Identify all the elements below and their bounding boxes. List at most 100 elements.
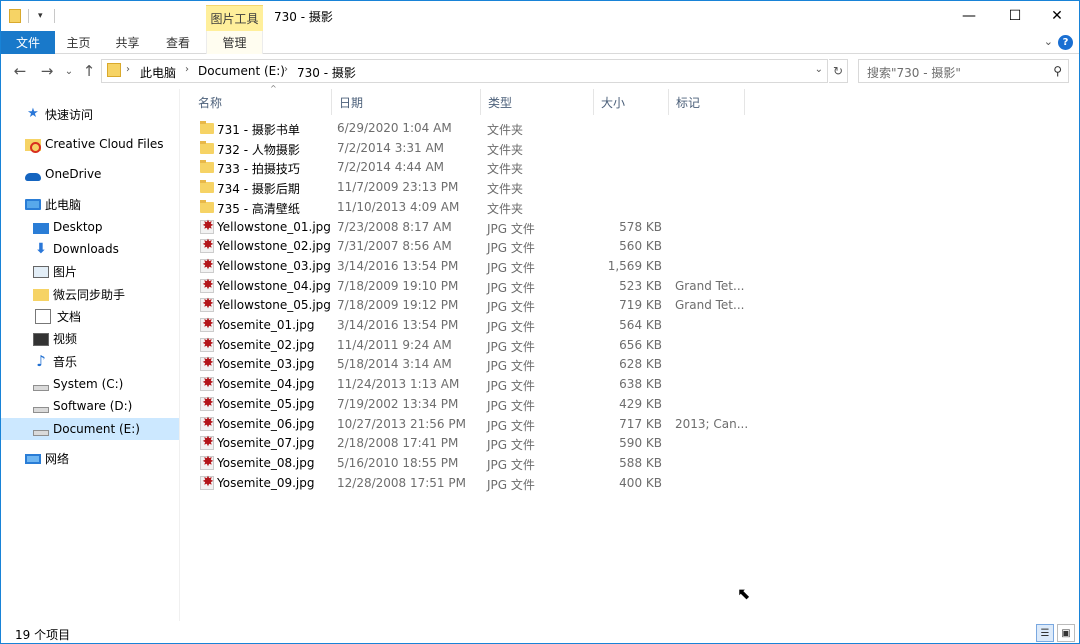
- file-row[interactable]: Yosemite_02.jpg 11/4/2011 9:24 AM JPG 文件 65…: [197, 336, 745, 355]
- toolbar-divider: [28, 9, 29, 23]
- file-date: 7/31/2007 8:56 AM: [337, 239, 452, 254]
- maximize-button[interactable]: ☐: [992, 1, 1038, 31]
- column-header-type[interactable]: 类型: [481, 89, 594, 115]
- breadcrumb-this-pc[interactable]: 此电脑: [140, 64, 176, 81]
- file-size: 400 KB: [619, 475, 662, 490]
- column-header-tags[interactable]: 标记: [669, 89, 745, 115]
- close-button[interactable]: ✕: [1034, 1, 1079, 31]
- folder-row[interactable]: 731 - 摄影书单 6/29/2020 1:04 AM 文件夹: [197, 119, 745, 138]
- file-row[interactable]: Yellowstone_04.jpg 7/18/2009 19:10 PM JPG …: [197, 277, 745, 296]
- file-row[interactable]: Yellowstone_02.jpg 7/31/2007 8:56 AM JPG 文…: [197, 237, 745, 256]
- toolbar-divider: [54, 9, 55, 23]
- sidebar-item-music[interactable]: ♪ 音乐: [1, 350, 179, 372]
- file-row[interactable]: Yosemite_07.jpg 2/18/2008 17:41 PM JPG 文件 5…: [197, 434, 745, 453]
- file-date: 11/7/2009 23:13 PM: [337, 180, 459, 195]
- creative-cloud-folder-icon: [25, 139, 41, 153]
- sidebar-item-document-drive[interactable]: Document (E:): [1, 418, 179, 440]
- breadcrumb-document-drive[interactable]: Document (E:): [198, 64, 285, 78]
- file-row[interactable]: Yellowstone_01.jpg 7/23/2008 8:17 AM JPG 文…: [197, 218, 745, 237]
- sidebar-item-label: Downloads: [53, 242, 119, 256]
- file-row[interactable]: Yosemite_09.jpg 12/28/2008 17:51 PM JPG 文件…: [197, 474, 745, 493]
- sidebar-item-onedrive[interactable]: OneDrive: [1, 163, 179, 185]
- address-bar[interactable]: › 此电脑 › Document (E:) › 730 - 摄影 ⌄: [101, 59, 828, 83]
- sidebar-item-this-pc[interactable]: 此电脑: [1, 193, 179, 215]
- jpg-file-icon: [200, 395, 215, 411]
- file-row[interactable]: Yosemite_06.jpg 10/27/2013 21:56 PM JPG 文件…: [197, 415, 748, 434]
- file-row[interactable]: Yellowstone_05.jpg 7/18/2009 19:12 PM JPG …: [197, 296, 745, 315]
- tab-view[interactable]: 查看: [153, 31, 203, 54]
- picture-tools-context-header: 图片工具: [206, 5, 263, 31]
- column-header-date[interactable]: 日期: [332, 89, 481, 115]
- ribbon-expand-icon[interactable]: ⌄: [1044, 35, 1053, 48]
- file-row[interactable]: Yellowstone_03.jpg 3/14/2016 13:54 PM JPG …: [197, 257, 745, 276]
- large-icons-view-icon[interactable]: ▣: [1057, 624, 1075, 642]
- file-date: 12/28/2008 17:51 PM: [337, 475, 466, 490]
- quick-access-dropdown-icon[interactable]: ▾: [38, 7, 43, 25]
- sidebar-item-label: Software (D:): [53, 399, 133, 413]
- help-icon[interactable]: ?: [1058, 35, 1073, 50]
- sidebar-item-pictures[interactable]: 图片: [1, 260, 179, 282]
- file-type: 文件夹: [487, 162, 524, 177]
- file-type: JPG 文件: [487, 379, 535, 394]
- sidebar-item-quick-access[interactable]: ★ 快速访问: [1, 103, 179, 125]
- folder-row[interactable]: 732 - 人物摄影 7/2/2014 3:31 AM 文件夹: [197, 139, 745, 158]
- file-row[interactable]: Yosemite_08.jpg 5/16/2010 18:55 PM JPG 文件 5…: [197, 454, 745, 473]
- tab-share[interactable]: 共享: [102, 31, 153, 54]
- sidebar-item-weiyun[interactable]: 微云同步助手: [1, 283, 179, 305]
- sidebar-item-label: 图片: [53, 264, 78, 279]
- file-row[interactable]: Yosemite_05.jpg 7/19/2002 13:34 PM JPG 文件 4…: [197, 395, 745, 414]
- computer-icon: [25, 199, 41, 210]
- file-type: JPG 文件: [487, 477, 535, 492]
- minimize-button[interactable]: —: [946, 1, 992, 31]
- column-label: 大小: [601, 95, 626, 110]
- sidebar-item-label: Desktop: [53, 220, 103, 234]
- sidebar-item-desktop[interactable]: Desktop: [1, 216, 179, 238]
- address-dropdown-icon[interactable]: ⌄: [815, 64, 823, 75]
- drive-icon: [33, 430, 49, 436]
- refresh-button[interactable]: ↻: [829, 59, 848, 83]
- folder-icon: [200, 180, 214, 194]
- sidebar-item-creative-cloud[interactable]: Creative Cloud Files: [1, 133, 179, 155]
- column-header-name[interactable]: 名称 ^: [191, 84, 332, 115]
- folder-icon: [33, 289, 49, 301]
- sidebar-item-downloads[interactable]: ⬇ Downloads: [1, 238, 179, 260]
- tab-manage[interactable]: 管理: [206, 31, 263, 54]
- sidebar-item-label: 文档: [57, 309, 82, 324]
- recent-locations-icon[interactable]: ⌄: [63, 62, 75, 80]
- folder-row[interactable]: 733 - 拍摄技巧 7/2/2014 4:44 AM 文件夹: [197, 158, 745, 177]
- column-header-size[interactable]: 大小: [594, 89, 669, 115]
- file-row[interactable]: Yosemite_03.jpg 5/18/2014 3:14 AM JPG 文件 62…: [197, 355, 745, 374]
- star-icon: ★: [27, 106, 39, 121]
- navigation-bar: ← → ⌄ ↑ › 此电脑 › Document (E:) › 730 - 摄影…: [1, 55, 1079, 88]
- tab-file[interactable]: 文件: [1, 31, 55, 54]
- folder-row[interactable]: 735 - 高清壁纸 11/10/2013 4:09 AM 文件夹: [197, 198, 745, 217]
- details-view-icon[interactable]: ☰: [1036, 624, 1054, 642]
- breadcrumb-current-folder[interactable]: 730 - 摄影: [297, 64, 356, 81]
- file-name: 731 - 摄影书单: [217, 123, 300, 137]
- file-size: 429 KB: [619, 396, 662, 411]
- sidebar-item-network[interactable]: 网络: [1, 447, 179, 469]
- up-button[interactable]: ↑: [80, 62, 98, 80]
- item-count: 19 个项目: [15, 628, 71, 642]
- sidebar-item-videos[interactable]: 视频: [1, 327, 179, 349]
- folder-icon: [200, 199, 214, 213]
- folder-row[interactable]: 734 - 摄影后期 11/7/2009 23:13 PM 文件夹: [197, 178, 745, 197]
- file-name: Yosemite_07.jpg: [217, 436, 315, 451]
- file-size: 523 KB: [619, 278, 662, 293]
- jpg-file-icon: [200, 375, 215, 392]
- search-input[interactable]: 搜索"730 - 摄影" ⚲: [858, 59, 1069, 83]
- file-name: Yellowstone_02.jpg: [217, 239, 331, 254]
- file-type: JPG 文件: [487, 359, 535, 374]
- file-type: JPG 文件: [487, 280, 535, 295]
- file-type: 文件夹: [487, 182, 524, 197]
- forward-button[interactable]: →: [38, 62, 56, 80]
- sidebar-item-software-drive[interactable]: Software (D:): [1, 395, 179, 417]
- quick-access-folder-icon[interactable]: [9, 7, 21, 25]
- tab-home[interactable]: 主页: [55, 31, 102, 54]
- sidebar-item-system-drive[interactable]: System (C:): [1, 373, 179, 395]
- sidebar-item-label: System (C:): [53, 377, 124, 391]
- back-button[interactable]: ←: [11, 62, 29, 80]
- sidebar-item-documents[interactable]: 文档: [1, 305, 179, 327]
- file-row[interactable]: Yosemite_01.jpg 3/14/2016 13:54 PM JPG 文件 5…: [197, 316, 745, 335]
- file-row[interactable]: Yosemite_04.jpg 11/24/2013 1:13 AM JPG 文件 6…: [197, 375, 745, 394]
